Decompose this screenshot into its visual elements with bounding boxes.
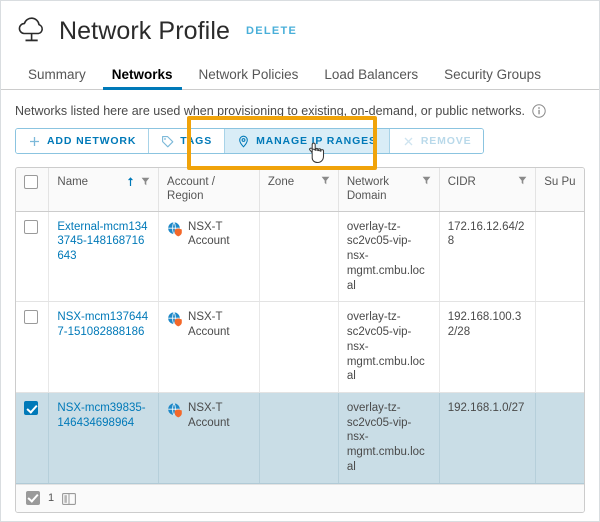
network-name-link[interactable]: NSX-mcm39835-146434698964 bbox=[57, 402, 145, 429]
table-row[interactable]: NSX-mcm1376447-151082888186 NSX-T Accoun… bbox=[16, 301, 584, 393]
row-cidr-cell: 192.168.1.0/27 bbox=[439, 392, 537, 484]
tab-summary[interactable]: Summary bbox=[15, 67, 99, 89]
table-header-row: Name Account / Region Zone Network Domai… bbox=[16, 168, 584, 212]
row-cidr-cell: 192.168.100.32/28 bbox=[439, 301, 537, 393]
selected-count: 1 bbox=[48, 492, 55, 505]
column-label-network-domain: Network Domain bbox=[346, 176, 390, 203]
row-supports-public-cell bbox=[535, 301, 584, 393]
description-row: Networks listed here are used when provi… bbox=[1, 90, 599, 128]
tab-load-balancers[interactable]: Load Balancers bbox=[311, 67, 431, 89]
filter-icon-network-domain[interactable] bbox=[422, 176, 431, 185]
tab-security-groups[interactable]: Security Groups bbox=[431, 67, 554, 89]
table-footer: 1 bbox=[16, 483, 584, 512]
column-header-name[interactable]: Name bbox=[48, 168, 160, 212]
description-text: Networks listed here are used when provi… bbox=[15, 104, 525, 118]
filter-icon-cidr[interactable] bbox=[518, 176, 527, 185]
tab-network-policies[interactable]: Network Policies bbox=[186, 67, 312, 89]
column-header-network-domain[interactable]: Network Domain bbox=[338, 168, 440, 212]
tags-button[interactable]: TAGS bbox=[149, 129, 226, 153]
remove-button[interactable]: REMOVE bbox=[389, 129, 484, 153]
select-all-header bbox=[16, 168, 50, 212]
cloud-network-icon bbox=[15, 16, 49, 46]
networks-table: Name Account / Region Zone Network Domai… bbox=[15, 167, 585, 513]
row-name-cell: External-mcm1343745-148168716643 bbox=[48, 211, 160, 303]
row-account-cell: NSX-T Account bbox=[158, 211, 260, 303]
tag-icon bbox=[161, 135, 174, 148]
row-cidr-cell: 172.16.12.64/28 bbox=[439, 211, 537, 303]
row-network-domain-cell: overlay-tz-sc2vc05-vip-nsx-mgmt.cmbu.loc… bbox=[338, 392, 440, 484]
row-network-domain-cell: overlay-tz-sc2vc05-vip-nsx-mgmt.cmbu.loc… bbox=[338, 211, 440, 303]
row-zone-cell bbox=[259, 301, 339, 393]
row-network-domain-cell: overlay-tz-sc2vc05-vip-nsx-mgmt.cmbu.loc… bbox=[338, 301, 440, 393]
row-account-cell: NSX-T Account bbox=[158, 301, 260, 393]
row-select-cell bbox=[16, 301, 50, 393]
column-header-zone[interactable]: Zone bbox=[259, 168, 339, 212]
network-profile-page: Network Profile DELETE Summary Networks … bbox=[0, 0, 600, 522]
info-circle-icon[interactable] bbox=[532, 104, 546, 118]
close-x-icon bbox=[402, 135, 415, 148]
column-label-name: Name bbox=[57, 176, 89, 188]
row-select-cell bbox=[16, 392, 50, 484]
footer-selection-checkbox[interactable] bbox=[26, 491, 40, 506]
column-label-cidr: CIDR bbox=[447, 176, 476, 188]
tags-label: TAGS bbox=[180, 135, 213, 147]
sort-ascending-icon[interactable] bbox=[126, 176, 135, 187]
column-header-supports-public[interactable]: Su Pu bbox=[535, 168, 584, 212]
network-name-link[interactable]: External-mcm1343745-148168716643 bbox=[57, 221, 147, 262]
row-select-cell bbox=[16, 211, 50, 303]
table-row[interactable]: External-mcm1343745-148168716643 NSX-T A… bbox=[16, 211, 584, 303]
row-zone-cell bbox=[259, 392, 339, 484]
add-network-label: ADD NETWORK bbox=[47, 135, 137, 147]
page-title: Network Profile bbox=[59, 17, 230, 45]
action-toolbar: ADD NETWORK TAGS MANAGE IP RANGES REMOVE bbox=[15, 128, 485, 154]
filter-icon-zone[interactable] bbox=[321, 176, 330, 185]
table-row[interactable]: NSX-mcm39835-146434698964 NSX-T Account … bbox=[16, 392, 584, 484]
row-checkbox[interactable] bbox=[24, 310, 38, 325]
row-checkbox[interactable] bbox=[24, 400, 38, 415]
tab-bar: Summary Networks Network Policies Load B… bbox=[1, 57, 599, 90]
column-label-zone: Zone bbox=[267, 176, 295, 188]
manage-ip-ranges-button[interactable]: MANAGE IP RANGES bbox=[225, 129, 390, 153]
row-account-cell: NSX-T Account bbox=[158, 392, 260, 484]
toolbar-wrapper: ADD NETWORK TAGS MANAGE IP RANGES REMOVE bbox=[1, 116, 599, 170]
nsx-account-icon bbox=[167, 221, 183, 237]
account-name: NSX-T Account bbox=[188, 311, 230, 339]
row-name-cell: NSX-mcm1376447-151082888186 bbox=[48, 301, 160, 393]
nsx-account-icon bbox=[167, 311, 183, 327]
row-supports-public-cell bbox=[535, 211, 584, 303]
network-name-link[interactable]: NSX-mcm1376447-151082888186 bbox=[57, 311, 148, 338]
filter-icon-name[interactable] bbox=[141, 177, 150, 186]
tab-networks[interactable]: Networks bbox=[99, 67, 186, 90]
column-label-account-region: Account / Region bbox=[167, 176, 215, 203]
plus-icon bbox=[28, 135, 41, 148]
column-label-supports-public: Su Pu bbox=[544, 176, 576, 188]
row-supports-public-cell bbox=[535, 392, 584, 484]
row-name-cell: NSX-mcm39835-146434698964 bbox=[48, 392, 160, 484]
account-name: NSX-T Account bbox=[188, 401, 230, 429]
row-checkbox[interactable] bbox=[24, 219, 38, 234]
row-zone-cell bbox=[259, 211, 339, 303]
manage-ip-ranges-label: MANAGE IP RANGES bbox=[256, 135, 377, 147]
column-header-cidr[interactable]: CIDR bbox=[439, 168, 537, 212]
column-header-account-region[interactable]: Account / Region bbox=[158, 168, 260, 212]
column-layout-icon[interactable] bbox=[62, 492, 77, 505]
map-pin-icon bbox=[237, 135, 250, 148]
page-header: Network Profile DELETE bbox=[1, 1, 599, 57]
delete-button[interactable]: DELETE bbox=[246, 25, 297, 37]
add-network-button[interactable]: ADD NETWORK bbox=[16, 129, 150, 153]
nsx-account-icon bbox=[167, 402, 183, 418]
account-name: NSX-T Account bbox=[188, 220, 230, 248]
remove-label: REMOVE bbox=[420, 135, 472, 147]
select-all-checkbox[interactable] bbox=[24, 175, 38, 189]
